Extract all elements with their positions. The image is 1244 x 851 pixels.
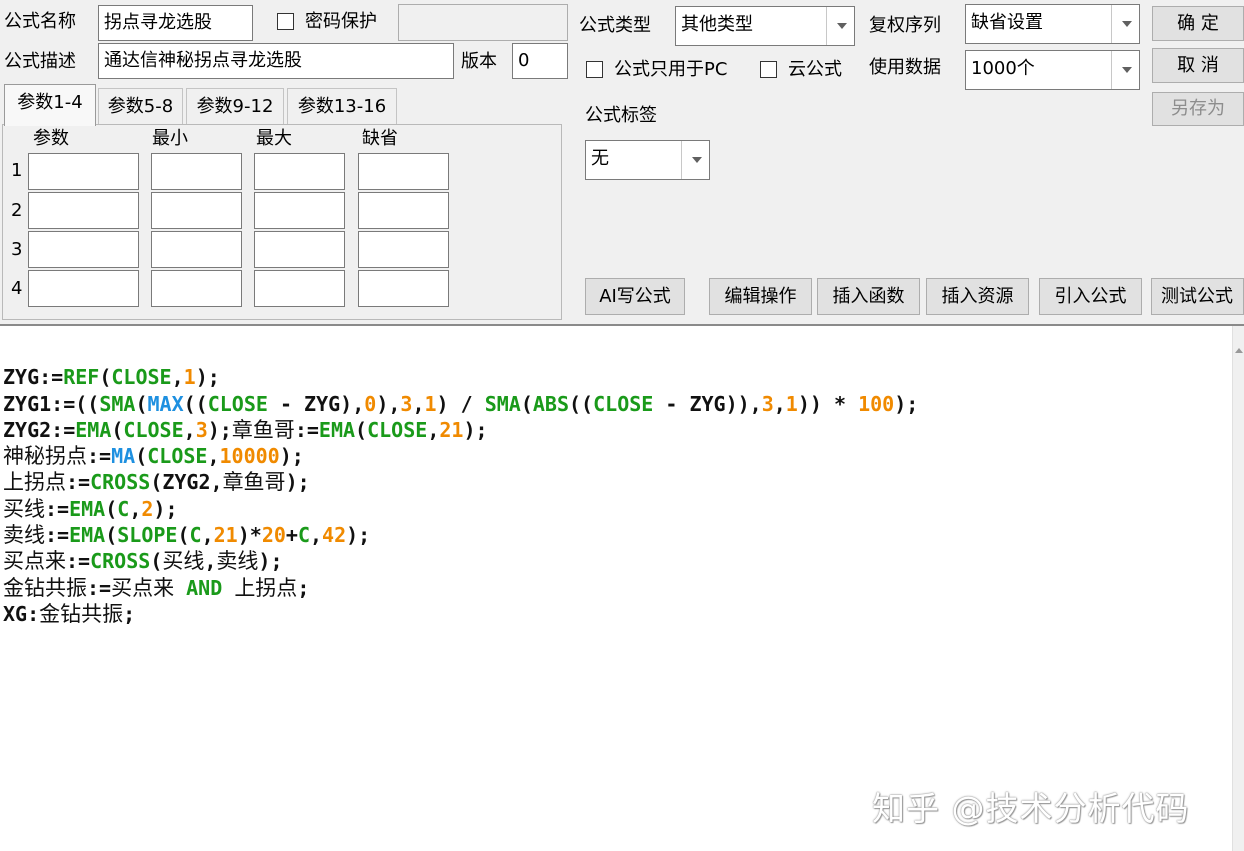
watermark: 知乎 @技术分析代码 <box>872 789 1190 828</box>
param-default-input[interactable] <box>358 270 449 307</box>
code-line: 神秘拐点:=MA(CLOSE,10000); <box>3 444 304 469</box>
formula-tag-value: 无 <box>591 148 609 169</box>
param-min-input[interactable] <box>151 192 242 229</box>
formula-type-select[interactable]: 其他类型 <box>675 6 855 46</box>
cloud-label: 云公式 <box>788 59 842 80</box>
test-formula-button[interactable]: 测试公式 <box>1151 278 1244 315</box>
tab-params-13-16[interactable]: 参数13-16 <box>287 88 397 125</box>
formula-desc-input[interactable]: 通达信神秘拐点寻龙选股 <box>98 43 454 79</box>
data-value: 1000个 <box>971 58 1035 79</box>
param-name-input[interactable] <box>28 270 139 307</box>
formula-desc-label: 公式描述 <box>4 51 76 72</box>
insert-resource-button[interactable]: 插入资源 <box>926 278 1029 315</box>
param-row-number: 2 <box>11 200 23 221</box>
param-min-input[interactable] <box>151 153 242 190</box>
param-row-number: 4 <box>11 278 23 299</box>
param-row-number: 3 <box>11 239 23 260</box>
chevron-down-icon[interactable] <box>681 141 709 179</box>
param-row-number: 1 <box>11 160 23 181</box>
code-line: 买线:=EMA(C,2); <box>3 496 178 521</box>
param-default-input[interactable] <box>358 192 449 229</box>
formula-name-label: 公式名称 <box>4 11 76 32</box>
param-name-input[interactable] <box>28 153 139 190</box>
tab-params-9-12[interactable]: 参数9-12 <box>186 88 284 125</box>
param-header-name: 参数 <box>33 128 69 149</box>
edit-operations-button[interactable]: 编辑操作 <box>709 278 812 315</box>
param-header-min: 最小 <box>152 128 188 149</box>
pc-only-checkbox[interactable] <box>586 61 603 78</box>
import-formula-button[interactable]: 引入公式 <box>1039 278 1142 315</box>
save-as-button[interactable]: 另存为 <box>1152 92 1244 126</box>
formula-name-input[interactable]: 拐点寻龙选股 <box>98 5 253 41</box>
param-header-max: 最大 <box>256 128 292 149</box>
param-min-input[interactable] <box>151 231 242 268</box>
data-label: 使用数据 <box>869 57 941 78</box>
param-max-input[interactable] <box>254 270 345 307</box>
code-line: 买点来:=CROSS(买线,卖线); <box>3 549 283 574</box>
chevron-down-icon[interactable] <box>1111 51 1139 89</box>
param-max-input[interactable] <box>254 153 345 190</box>
ok-button[interactable]: 确 定 <box>1152 6 1244 41</box>
chevron-down-icon[interactable] <box>826 7 854 45</box>
scroll-up-arrow-icon[interactable] <box>1235 348 1243 353</box>
code-line: 金钻共振:=买点来 AND 上拐点; <box>3 575 310 600</box>
param-default-input[interactable] <box>358 231 449 268</box>
rights-select[interactable]: 缺省设置 <box>965 4 1140 44</box>
cloud-checkbox[interactable] <box>760 61 777 78</box>
password-input <box>398 4 568 41</box>
version-label: 版本 <box>461 51 497 72</box>
formula-tag-select[interactable]: 无 <box>585 140 710 180</box>
editor-scrollbar[interactable] <box>1232 326 1244 851</box>
code-text[interactable]: ZYG:=REF(CLOSE,1); ZYG1:=((SMA(MAX((CLOSE… <box>3 338 918 680</box>
formula-type-label: 公式类型 <box>579 15 651 36</box>
data-select[interactable]: 1000个 <box>965 50 1140 90</box>
rights-value: 缺省设置 <box>971 12 1043 33</box>
code-line: 上拐点:=CROSS(ZYG2,章鱼哥); <box>3 470 310 495</box>
insert-function-button[interactable]: 插入函数 <box>817 278 920 315</box>
param-name-input[interactable] <box>28 231 139 268</box>
tab-params-1-4[interactable]: 参数1-4 <box>4 84 96 126</box>
param-min-input[interactable] <box>151 270 242 307</box>
chevron-down-icon[interactable] <box>1111 5 1139 43</box>
rights-label: 复权序列 <box>869 15 941 36</box>
code-editor[interactable]: ZYG:=REF(CLOSE,1); ZYG1:=((SMA(MAX((CLOSE… <box>0 324 1244 851</box>
password-checkbox[interactable] <box>277 13 294 30</box>
code-line: XG:金钻共振; <box>3 601 136 626</box>
tab-params-5-8[interactable]: 参数5-8 <box>98 88 183 125</box>
param-max-input[interactable] <box>254 192 345 229</box>
version-input[interactable]: 0 <box>512 43 568 79</box>
param-name-input[interactable] <box>28 192 139 229</box>
pc-only-label: 公式只用于PC <box>614 59 728 80</box>
param-header-default: 缺省 <box>362 128 398 149</box>
formula-type-value: 其他类型 <box>681 14 753 35</box>
password-label: 密码保护 <box>305 11 377 32</box>
code-line: ZYG1:=((SMA(MAX((CLOSE - ZYG),0),3,1) / … <box>3 391 919 416</box>
ai-write-formula-button[interactable]: AI写公式 <box>585 278 685 315</box>
formula-tag-label: 公式标签 <box>585 105 657 126</box>
param-max-input[interactable] <box>254 231 345 268</box>
code-line: ZYG2:=EMA(CLOSE,3);章鱼哥:=EMA(CLOSE,21); <box>3 417 488 442</box>
param-default-input[interactable] <box>358 153 449 190</box>
code-line: 卖线:=EMA(SLOPE(C,21)*20+C,42); <box>3 523 371 548</box>
cancel-button[interactable]: 取 消 <box>1152 48 1244 83</box>
code-line: ZYG:=REF(CLOSE,1); <box>3 365 220 390</box>
